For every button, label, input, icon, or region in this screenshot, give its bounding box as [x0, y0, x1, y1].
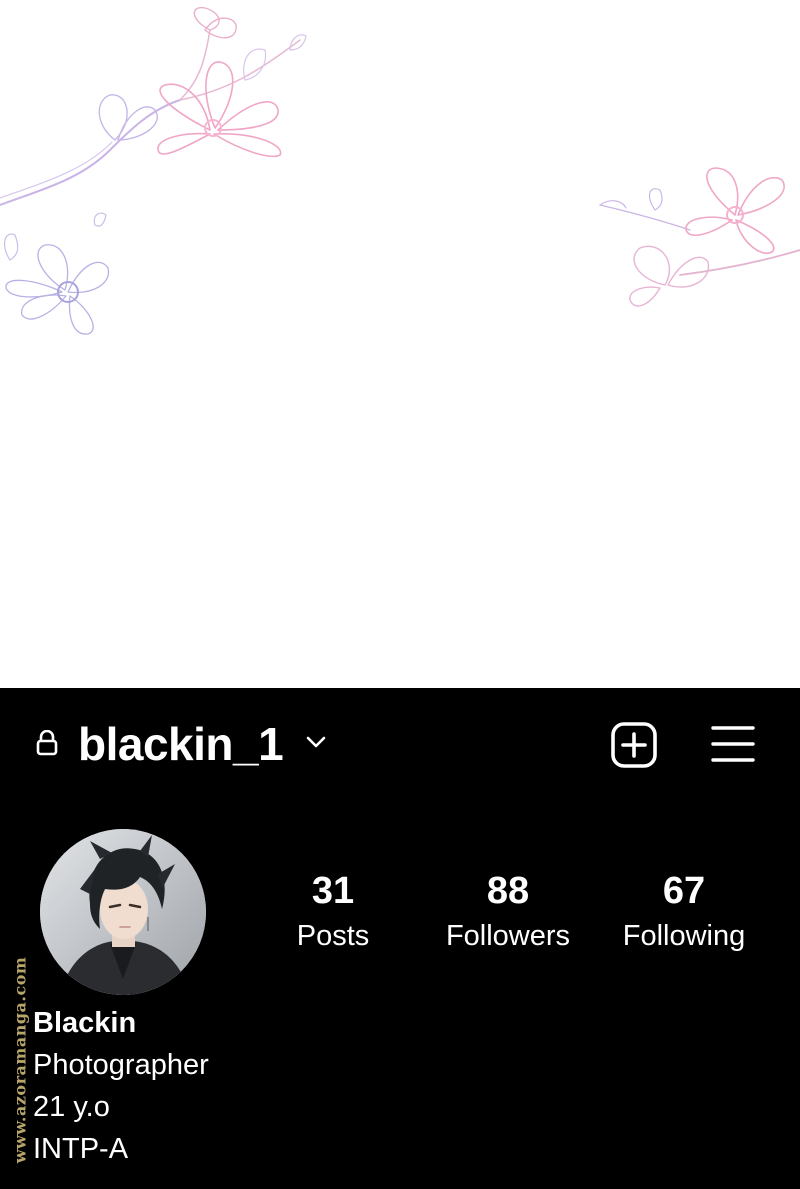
followers-label: Followers	[445, 920, 571, 952]
chevron-down-icon[interactable]	[304, 734, 328, 750]
lock-icon	[36, 730, 58, 756]
avatar[interactable]	[40, 829, 206, 995]
magnolia-branches	[0, 6, 800, 335]
followers-count: 88	[486, 870, 530, 912]
site-watermark: www.azoramanga.com	[0, 940, 40, 1185]
watermark-text: www.azoramanga.com	[10, 956, 30, 1164]
top-bar: blackin_1	[0, 688, 800, 798]
posts-count: 31	[311, 870, 355, 912]
bio: Blackin Photographer 21 y.o INTP-A	[33, 1002, 209, 1170]
stat-following[interactable]: 67 Following	[599, 868, 769, 956]
profile-header: blackin_1 31 Posts 88 Followers 67 Follo…	[0, 688, 800, 1189]
profile-photo	[40, 829, 206, 995]
floral-illustration	[0, 0, 800, 688]
bio-line-occupation: Photographer	[33, 1049, 209, 1081]
bio-line-personality: INTP-A	[33, 1133, 129, 1165]
bio-line-age: 21 y.o	[33, 1091, 110, 1123]
stat-followers[interactable]: 88 Followers	[423, 868, 593, 956]
new-post-icon[interactable]	[610, 721, 658, 769]
username[interactable]: blackin_1	[78, 716, 284, 772]
following-count: 67	[662, 870, 706, 912]
menu-icon[interactable]	[710, 724, 756, 764]
posts-label: Posts	[296, 920, 370, 952]
display-name: Blackin	[33, 1007, 137, 1039]
following-label: Following	[622, 920, 746, 952]
stat-posts[interactable]: 31 Posts	[248, 868, 418, 956]
